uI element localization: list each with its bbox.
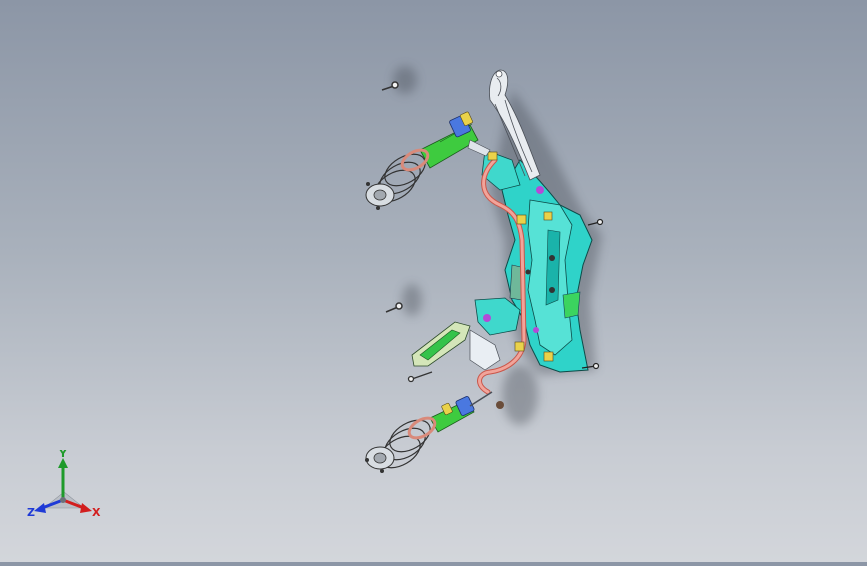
loose-bolt-arm[interactable] bbox=[407, 371, 433, 383]
strut-assembly-lower[interactable] bbox=[365, 391, 493, 474]
loose-bolt-top[interactable] bbox=[381, 81, 399, 91]
x-axis-arrowhead bbox=[80, 503, 92, 513]
strut-assembly-upper[interactable] bbox=[365, 111, 491, 210]
suspension-model[interactable] bbox=[0, 0, 867, 562]
subframe[interactable] bbox=[474, 149, 593, 373]
triad-origin bbox=[60, 497, 66, 503]
orientation-triad: Y X Z bbox=[26, 447, 106, 522]
loose-bolt-middle[interactable] bbox=[385, 302, 403, 313]
x-axis-label: X bbox=[92, 506, 101, 519]
graphics-viewport[interactable] bbox=[0, 0, 867, 562]
z-axis-arrowhead bbox=[34, 503, 46, 513]
y-axis-label: Y bbox=[58, 450, 68, 460]
z-axis-label: Z bbox=[27, 506, 35, 519]
